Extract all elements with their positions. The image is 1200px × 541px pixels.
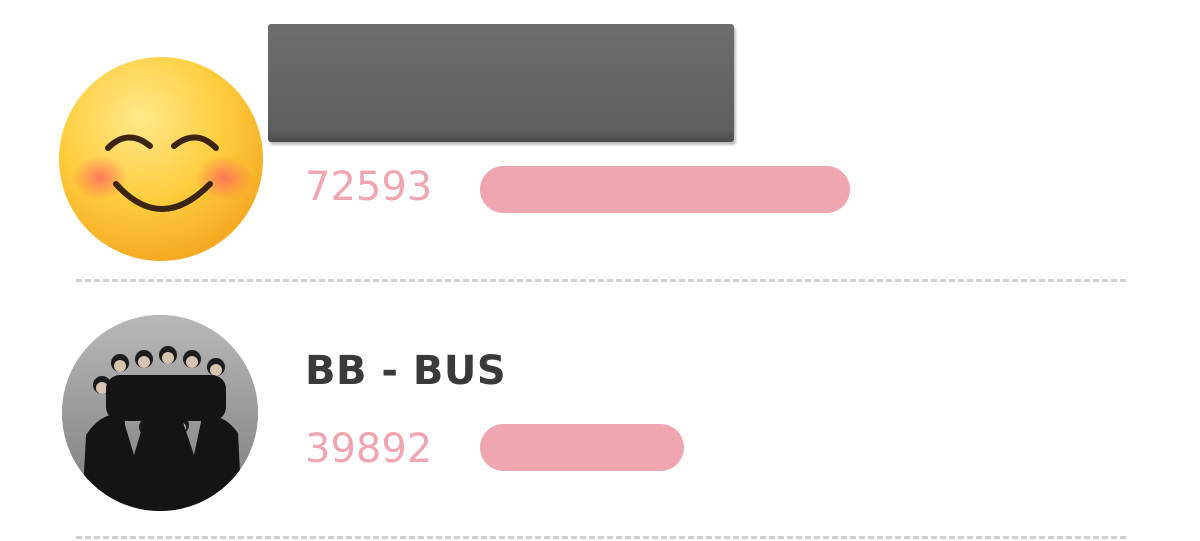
ranking-entry-2[interactable]: BB - BUS 39892 (0, 282, 1200, 537)
progress-bar (480, 166, 850, 213)
dashed-divider (76, 536, 1126, 539)
smiling-face-icon (59, 57, 263, 261)
vote-count: 72593 (305, 164, 433, 210)
vote-count: 39892 (305, 426, 433, 472)
entry-name: BB - BUS (305, 348, 507, 394)
avatar-group-photo (62, 315, 258, 511)
redacted-name-block (268, 24, 734, 142)
ranking-entry-1[interactable]: 72593 (0, 0, 1200, 280)
group-photo-image (62, 315, 258, 511)
avatar-emoji (58, 56, 264, 262)
progress-bar (480, 424, 684, 471)
